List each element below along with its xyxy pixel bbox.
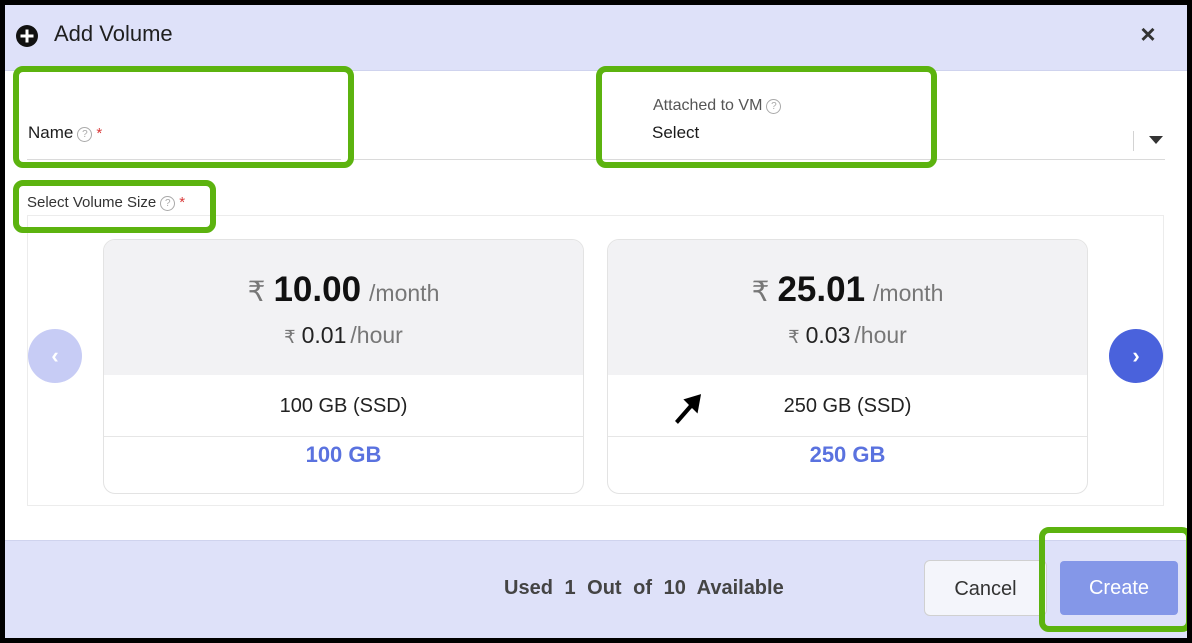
highlight-create-button [1039, 527, 1187, 632]
currency-symbol: ₹ [247, 276, 266, 307]
dialog-title: Add Volume [54, 21, 173, 46]
monthly-price: ₹25.01/month [608, 270, 1087, 310]
caret-down-icon[interactable] [1149, 136, 1163, 144]
highlight-volume-size-label [13, 180, 216, 233]
hourly-amount: 0.01 [301, 322, 347, 348]
select-separator [1133, 131, 1134, 151]
carousel-prev-button[interactable]: ‹ [28, 329, 82, 383]
usage-summary: Used 1 Out of 10 Available [504, 577, 784, 599]
currency-symbol: ₹ [751, 276, 770, 307]
volume-size-value: 250 GB [809, 442, 886, 467]
monthly-amount: 25.01 [777, 270, 866, 309]
highlight-attached-vm [596, 66, 937, 168]
dialog-header: Add Volume × [5, 5, 1187, 71]
plus-circle-icon [16, 25, 38, 47]
highlight-name-field [13, 66, 354, 168]
currency-symbol: ₹ [284, 327, 296, 347]
hourly-price: ₹0.03/hour [608, 322, 1087, 349]
add-volume-dialog: Add Volume × Name? * Attached to VM? Sele… [5, 5, 1187, 638]
close-icon[interactable]: × [1136, 19, 1160, 49]
hour-unit: /hour [854, 322, 907, 348]
card-divider [608, 436, 1087, 437]
hourly-price: ₹0.01/hour [104, 322, 583, 349]
month-unit: /month [369, 280, 440, 306]
mouse-pointer-icon [673, 392, 703, 426]
cancel-button[interactable]: Cancel [924, 560, 1047, 616]
hourly-amount: 0.03 [805, 322, 851, 348]
card-divider [104, 436, 583, 437]
currency-symbol: ₹ [788, 327, 800, 347]
disk-type: 100 GB (SSD) [279, 395, 408, 417]
monthly-price: ₹10.00/month [104, 270, 583, 310]
carousel-next-button[interactable]: › [1109, 329, 1163, 383]
volume-size-value: 100 GB [305, 442, 382, 467]
month-unit: /month [873, 280, 944, 306]
plan-card-250gb[interactable]: ₹25.01/month ₹0.03/hour 250 GB (SSD) 250… [607, 239, 1088, 494]
hour-unit: /hour [350, 322, 403, 348]
monthly-amount: 10.00 [273, 270, 362, 309]
plan-card-100gb[interactable]: ₹10.00/month ₹0.01/hour 100 GB (SSD) 100… [103, 239, 584, 494]
